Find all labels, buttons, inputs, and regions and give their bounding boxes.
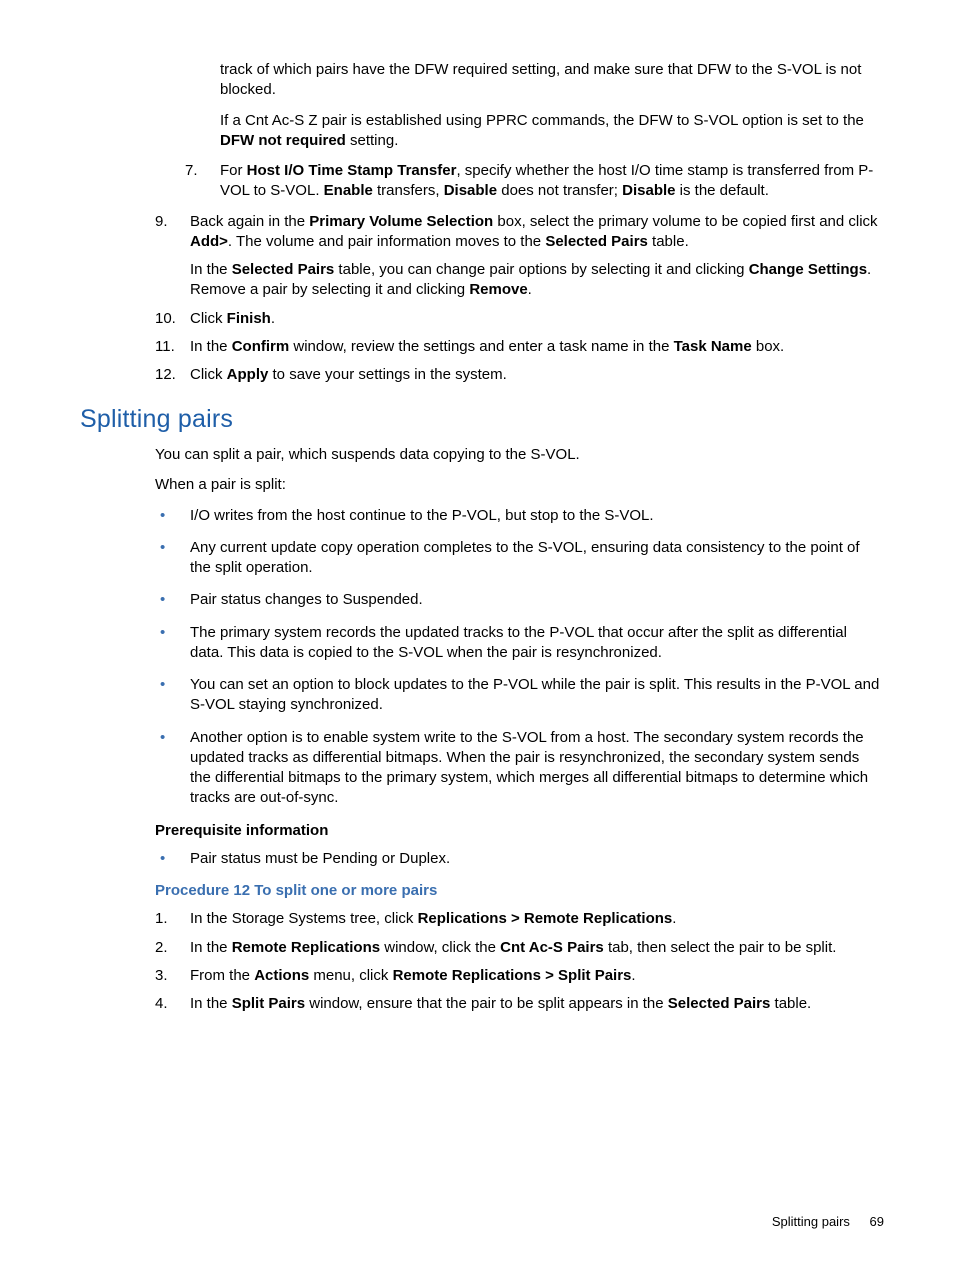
split-bullet: The primary system records the updated t…	[155, 623, 884, 664]
text: From the	[190, 967, 254, 984]
split-bullet: I/O writes from the host continue to the…	[155, 506, 884, 526]
text: window, review the settings and enter a …	[289, 338, 673, 355]
bold-text: DFW not required	[220, 132, 346, 149]
bold-text: Confirm	[232, 338, 290, 355]
text: .	[631, 967, 635, 984]
text: Click	[190, 366, 227, 383]
bold-text: Replications > Remote Replications	[418, 910, 673, 927]
bold-text: Remote Replications	[232, 939, 380, 956]
page-footer: Splitting pairs 69	[772, 1213, 884, 1231]
text: box, select the primary volume to be cop…	[493, 213, 877, 230]
text: .	[672, 910, 676, 927]
text: window, ensure that the pair to be split…	[305, 995, 668, 1012]
step-12: Click Apply to save your settings in the…	[155, 365, 884, 385]
bold-text: Finish	[227, 310, 271, 327]
procedure-heading: Procedure 12 To split one or more pairs	[155, 881, 884, 901]
bold-text: Selected Pairs	[545, 233, 648, 250]
proc-step-2: In the Remote Replications window, click…	[155, 938, 884, 958]
section-heading-splitting-pairs: Splitting pairs	[80, 403, 884, 437]
bold-text: Disable	[622, 182, 675, 199]
text: Back again in the	[190, 213, 309, 230]
bold-text: Actions	[254, 967, 309, 984]
text: In the Storage Systems tree, click	[190, 910, 418, 927]
text: tab, then select the pair to be split.	[604, 939, 837, 956]
bold-text: Change Settings	[749, 261, 867, 278]
step-11: In the Confirm window, review the settin…	[155, 337, 884, 357]
proc-step-3: From the Actions menu, click Remote Repl…	[155, 966, 884, 986]
text: In the	[190, 338, 232, 355]
bold-text: Primary Volume Selection	[309, 213, 493, 230]
split-paragraph-1: You can split a pair, which suspends dat…	[155, 445, 884, 465]
substep-7: For Host I/O Time Stamp Transfer, specif…	[185, 161, 884, 202]
text: box.	[752, 338, 785, 355]
text: to save your settings in the system.	[268, 366, 506, 383]
text: menu, click	[309, 967, 392, 984]
text: Click	[190, 310, 227, 327]
page-number: 69	[870, 1213, 884, 1231]
continuation-paragraph-2: If a Cnt Ac-S Z pair is established usin…	[220, 111, 884, 152]
split-paragraph-2: When a pair is split:	[155, 475, 884, 495]
text: table, you can change pair options by se…	[334, 261, 748, 278]
text: .	[528, 281, 532, 298]
text: In the	[190, 939, 232, 956]
footer-title: Splitting pairs	[772, 1214, 850, 1229]
text: window, click the	[380, 939, 500, 956]
text: setting.	[346, 132, 399, 149]
prerequisite-heading: Prerequisite information	[155, 821, 884, 841]
bold-text: Selected Pairs	[232, 261, 335, 278]
step-10: Click Finish.	[155, 309, 884, 329]
split-bullet: Pair status changes to Suspended.	[155, 590, 884, 610]
split-bullet: Any current update copy operation comple…	[155, 538, 884, 579]
text: table.	[648, 233, 689, 250]
bold-text: Remote Replications > Split Pairs	[393, 967, 632, 984]
proc-step-4: In the Split Pairs window, ensure that t…	[155, 994, 884, 1014]
step-9: Back again in the Primary Volume Selecti…	[155, 212, 884, 301]
bold-text: Split Pairs	[232, 995, 305, 1012]
split-bullet: You can set an option to block updates t…	[155, 675, 884, 716]
text: .	[271, 310, 275, 327]
bold-text: Remove	[469, 281, 527, 298]
prereq-bullet: Pair status must be Pending or Duplex.	[155, 849, 884, 869]
bold-text: Add>	[190, 233, 228, 250]
proc-step-1: In the Storage Systems tree, click Repli…	[155, 909, 884, 929]
text: table.	[770, 995, 811, 1012]
bold-text: Cnt Ac-S Pairs	[500, 939, 604, 956]
split-bullet: Another option is to enable system write…	[155, 728, 884, 809]
text: For	[220, 162, 247, 179]
text: transfers,	[373, 182, 444, 199]
text: In the	[190, 995, 232, 1012]
bold-text: Task Name	[674, 338, 752, 355]
bold-text: Disable	[444, 182, 497, 199]
text: does not transfer;	[497, 182, 622, 199]
bold-text: Selected Pairs	[668, 995, 771, 1012]
text: In the	[190, 261, 232, 278]
bold-text: Host I/O Time Stamp Transfer	[247, 162, 457, 179]
text: . The volume and pair information moves …	[228, 233, 545, 250]
text: If a Cnt Ac-S Z pair is established usin…	[220, 112, 864, 129]
continuation-paragraph-1: track of which pairs have the DFW requir…	[220, 60, 884, 101]
bold-text: Apply	[227, 366, 269, 383]
bold-text: Enable	[324, 182, 373, 199]
text: is the default.	[676, 182, 769, 199]
